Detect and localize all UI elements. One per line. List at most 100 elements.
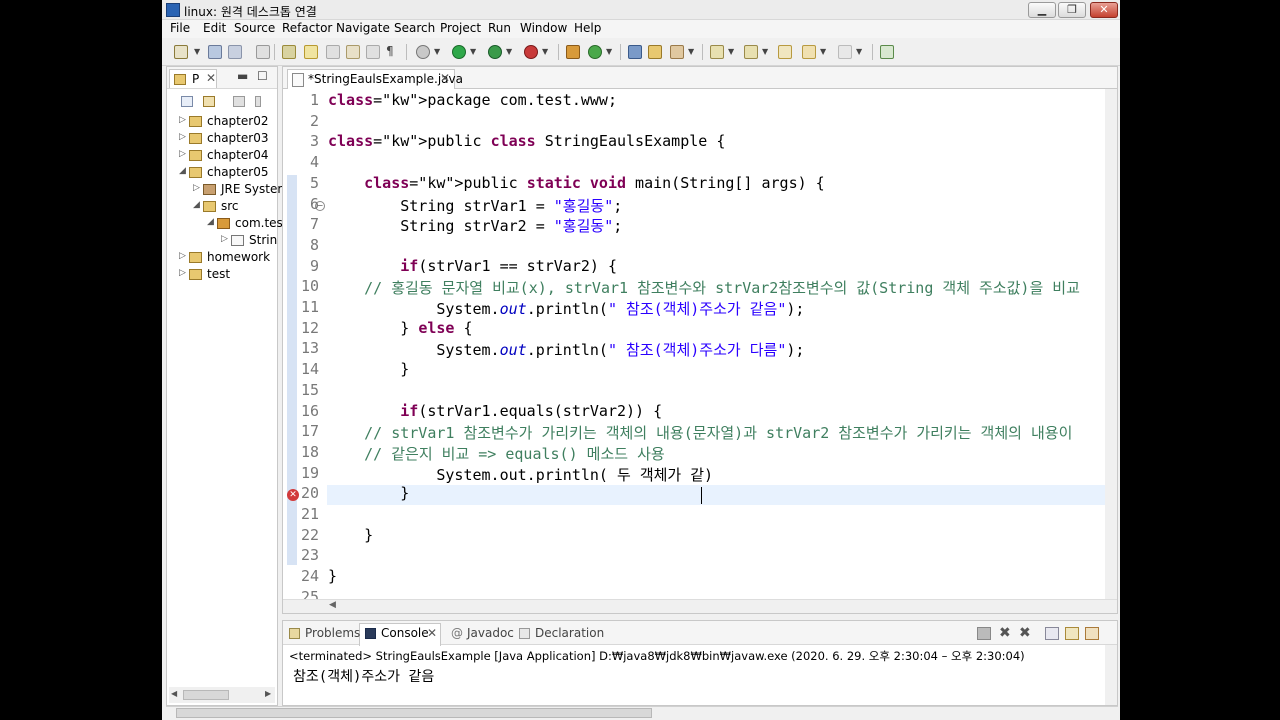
new-java-class-icon[interactable] [588,45,602,59]
last-edit-icon[interactable] [778,45,792,59]
menu-edit[interactable]: Edit [203,21,226,35]
package-explorer-tab[interactable]: P ✕ [169,69,217,88]
tree-item-src[interactable]: ◢ src [167,198,277,215]
save-all-icon[interactable] [228,45,242,59]
expand-arrow-icon[interactable]: ▷ [179,132,186,142]
expand-arrow-icon[interactable]: ▷ [179,149,186,159]
scroll-right-icon[interactable]: ▶ [265,689,271,698]
tree-item-package[interactable]: ◢ com.tes [167,215,283,232]
search-dropdown-icon[interactable]: ▼ [688,47,694,56]
previous-annotation-icon[interactable] [744,45,758,59]
tree-item-chapter03[interactable]: ▷ chapter03 [167,130,277,147]
open-folder-icon[interactable] [648,45,662,59]
highlight-icon[interactable] [304,45,318,59]
menu-source[interactable]: Source [234,21,275,35]
collapse-arrow-icon[interactable]: ◢ [179,166,186,176]
remove-launch-icon[interactable]: ✖ [999,626,1013,640]
link-with-editor-icon[interactable] [203,96,215,107]
next-annotation-icon[interactable] [710,45,724,59]
new-java-package-icon[interactable] [566,45,580,59]
code-line[interactable]: System.out.println(" 참조(객체)주소가 같음"); [328,298,804,319]
menu-window[interactable]: Window [520,21,567,35]
menu-help[interactable]: Help [574,21,601,35]
debug-dropdown-icon[interactable]: ▼ [434,47,440,56]
code-line[interactable]: class="kw">public class StringEaulsExamp… [328,132,725,150]
maximize-button[interactable]: ❐ [1058,2,1086,18]
open-task-icon[interactable] [628,45,642,59]
tree-item-test[interactable]: ▷ test [167,266,277,283]
code-line[interactable]: } [328,360,409,378]
collapse-arrow-icon[interactable]: ◢ [207,217,214,227]
code-line[interactable]: if(strVar1 == strVar2) { [328,257,617,275]
collapse-all-icon[interactable] [181,96,193,107]
coverage-dropdown-icon[interactable]: ▼ [506,47,512,56]
back-icon[interactable] [802,45,816,59]
tree-item-chapter05[interactable]: ◢ chapter05 [167,164,277,181]
forward-icon[interactable] [838,45,852,59]
remove-all-icon[interactable]: ✖ [1019,626,1033,640]
previous-annotation-dropdown-icon[interactable]: ▼ [762,47,768,56]
run-icon[interactable] [452,45,466,59]
tree-item-chapter02[interactable]: ▷ chapter02 [167,113,277,130]
expand-arrow-icon[interactable]: ▷ [179,251,186,261]
expand-arrow-icon[interactable]: ▷ [221,234,228,244]
open-type-icon[interactable] [282,45,296,59]
coverage-icon[interactable] [488,45,502,59]
scroll-left-icon[interactable]: ◀ [329,600,336,610]
external-tools-icon[interactable] [524,45,538,59]
tree-item-java-file[interactable]: ▷ Strin [167,232,277,249]
error-icon[interactable]: ✕ [287,489,299,501]
scroll-thumb[interactable] [176,708,652,718]
run-dropdown-icon[interactable]: ▼ [470,47,476,56]
code-line[interactable]: class="kw">package com.test.www; [328,91,617,109]
expand-arrow-icon[interactable]: ▷ [193,183,200,193]
code-line[interactable]: } else { [328,319,472,337]
debug-icon[interactable] [416,45,430,59]
expand-arrow-icon[interactable]: ▷ [179,115,186,125]
tree-item-homework[interactable]: ▷ homework [167,249,277,266]
external-tools-dropdown-icon[interactable]: ▼ [542,47,548,56]
console-output[interactable]: 참조(객체)주소가 같음 [293,666,434,686]
next-annotation-dropdown-icon[interactable]: ▼ [728,47,734,56]
code-line[interactable]: // strVar1 참조변수가 가리키는 객체의 내용(문자열)과 strVa… [328,422,1072,443]
new-dropdown-icon[interactable]: ▼ [194,47,200,56]
save-icon[interactable] [208,45,222,59]
minimize-button[interactable]: ▁ [1028,2,1056,18]
whitespace-icon[interactable] [366,45,380,59]
editor-tab[interactable]: *StringEaulsExample.java ✕ [287,69,463,90]
expand-arrow-icon[interactable]: ▷ [179,268,186,278]
occurrences-icon[interactable] [326,45,340,59]
menu-navigate[interactable]: Navigate [336,21,390,35]
tree-item-jre-system[interactable]: ▷ JRE System [167,181,289,198]
code-line[interactable]: } [328,567,337,585]
menu-search[interactable]: Search [394,21,435,35]
window-hscroll[interactable] [166,706,1118,719]
new-icon[interactable] [174,45,188,59]
toggle-mark-icon[interactable] [256,45,270,59]
view-menu-icon[interactable] [255,96,261,107]
scroll-thumb[interactable] [183,690,229,700]
close-icon[interactable]: ✕ [440,71,450,85]
close-icon[interactable]: ✕ [427,626,437,640]
tab-javadoc[interactable]: Javadoc [467,626,514,640]
tree-item-chapter04[interactable]: ▷ chapter04 [167,147,277,164]
menu-project[interactable]: Project [440,21,481,35]
clear-console-icon[interactable] [1045,627,1059,640]
code-line[interactable]: // 같은지 비교 => equals() 메소드 사용 [328,443,665,464]
package-explorer-hscroll[interactable]: ◀ ▶ [169,687,275,703]
editor-hscroll[interactable]: ◀ [283,599,1117,613]
close-button[interactable]: ✕ [1090,2,1118,18]
scroll-left-icon[interactable]: ◀ [171,689,177,698]
code-line[interactable]: System.out.println(" 참조(객체)주소가 다름"); [328,339,804,360]
maximize-view-icon[interactable]: ☐ [257,69,268,83]
new-class-dropdown-icon[interactable]: ▼ [606,47,612,56]
terminate-icon[interactable] [977,627,991,640]
back-dropdown-icon[interactable]: ▼ [820,47,826,56]
console-vscroll[interactable] [1105,645,1117,705]
code-line[interactable]: class="kw">public static void main(Strin… [328,174,825,192]
tab-console[interactable]: Console [381,626,429,640]
scroll-lock-icon[interactable] [1065,627,1079,640]
code-line[interactable]: System.out.println( 두 객체가 같) [328,464,713,485]
code-line[interactable]: String strVar1 = "홍길동"; [328,195,622,216]
code-line[interactable]: if(strVar1.equals(strVar2)) { [328,402,662,420]
